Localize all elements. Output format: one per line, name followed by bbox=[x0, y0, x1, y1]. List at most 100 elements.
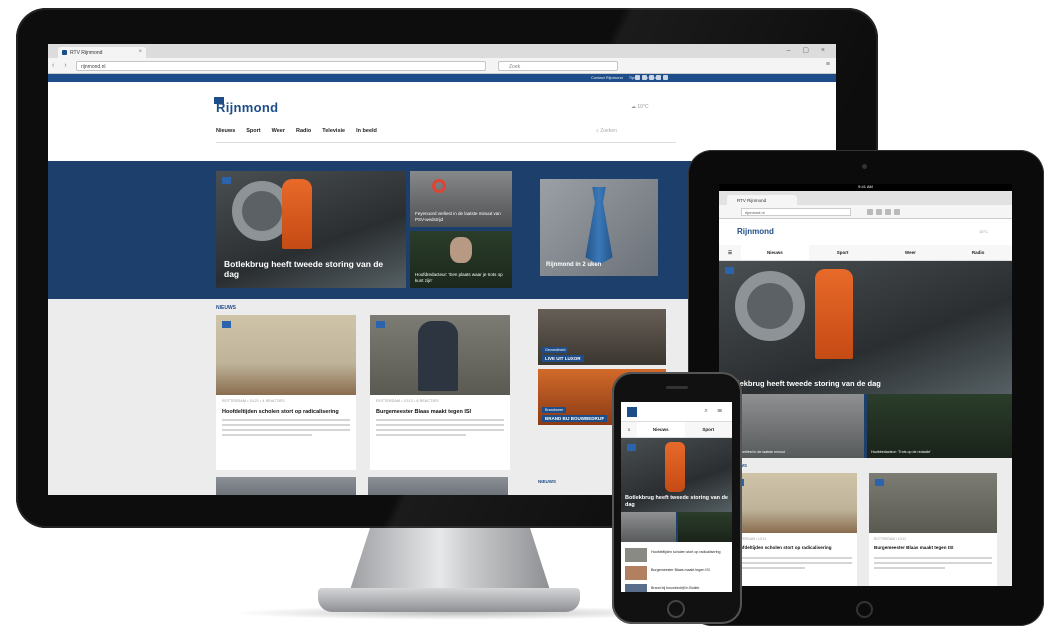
next-row-thumbnails bbox=[216, 477, 512, 495]
tablet-browser-tab[interactable]: RTV Rijnmond bbox=[727, 195, 797, 205]
facebook-icon[interactable] bbox=[635, 75, 640, 80]
camera-icon bbox=[376, 321, 385, 328]
phone-header-icons[interactable]: ⌕ ☰ bbox=[704, 408, 726, 415]
tablet-secondary-story[interactable]: Hoofdredacteur: 'Trots op de redactie' bbox=[867, 394, 1012, 458]
news-card-meta: ROTTERDAM • 10:12 • 6 REACTIES bbox=[376, 399, 439, 403]
tablet-news-card-image bbox=[869, 473, 997, 533]
settings-icon[interactable] bbox=[894, 209, 900, 215]
side-story[interactable]: Gezondheid LIVE UIT LUXOR bbox=[538, 309, 666, 365]
phone-hero-story[interactable]: Botlekbrug heeft tweede storing van de d… bbox=[621, 438, 732, 512]
phone-screen: ⌕ ☰ ≡ Nieuws Sport Botlekbrug heeft twee… bbox=[621, 402, 732, 592]
site-search-input[interactable]: ⌕ Zoeken bbox=[596, 128, 617, 134]
thumbnail[interactable] bbox=[368, 477, 508, 495]
bookmark-icon[interactable] bbox=[867, 209, 873, 215]
phone-list-item[interactable]: Brand bij bouwbedrijf in Botlek bbox=[625, 584, 728, 592]
tablet-news-card[interactable]: ROTTERDAM • 10:12 Burgemeester Blaas maa… bbox=[869, 473, 997, 586]
nav-item-televisie[interactable]: Televisie bbox=[322, 128, 345, 134]
phone-secondary-story[interactable] bbox=[621, 512, 676, 542]
news-card-image bbox=[216, 315, 356, 395]
tablet-hero-image-worker bbox=[815, 269, 853, 359]
tablet-news-card[interactable]: ROTTERDAM • 10:21 Hoofdeltijden scholen … bbox=[729, 473, 857, 586]
tablet-nav-nieuws[interactable]: Nieuws bbox=[741, 245, 809, 260]
tablet-address-bar[interactable]: rijnmond.nl bbox=[741, 208, 851, 216]
tablet-nav-sport[interactable]: Sport bbox=[809, 245, 877, 260]
nav-item-weer[interactable]: Weer bbox=[272, 128, 285, 134]
phone-nav-nieuws[interactable]: Nieuws bbox=[637, 422, 685, 437]
tablet-nav-weer[interactable]: Weer bbox=[877, 245, 945, 260]
close-tab-icon[interactable]: × bbox=[138, 49, 142, 55]
phone-secondary-stories bbox=[621, 512, 732, 542]
news-card[interactable]: ROTTERDAM • 10:12 • 6 REACTIES Burgemees… bbox=[370, 315, 510, 470]
phone-menu-icon[interactable]: ≡ bbox=[621, 422, 637, 437]
phone-home-button[interactable] bbox=[667, 600, 685, 618]
window-controls[interactable]: – ▢ × bbox=[787, 46, 830, 54]
instagram-icon[interactable] bbox=[656, 75, 661, 80]
phone-nav-sport[interactable]: Sport bbox=[685, 422, 733, 437]
news-card-title[interactable]: Burgemeester Blaas maakt tegen ISI bbox=[376, 409, 471, 415]
camera-icon bbox=[725, 267, 734, 274]
hero-main-story[interactable]: Botlekbrug heeft tweede storing van de d… bbox=[216, 171, 406, 288]
phone-list-thumbnail bbox=[625, 548, 647, 562]
nav-item-nieuws[interactable]: Nieuws bbox=[216, 128, 235, 134]
tablet-status-bar: 9:41 AM bbox=[719, 184, 1012, 191]
tablet-hero-story[interactable]: Botlekbrug heeft tweede storing van de d… bbox=[719, 261, 1012, 394]
weather-widget[interactable]: ☁ 10°C bbox=[631, 104, 649, 110]
hero-right-story[interactable]: Rijnmond in 2 uken bbox=[540, 179, 658, 276]
tablet-logo[interactable]: Rijnmond bbox=[737, 227, 774, 236]
address-bar[interactable]: rijnmond.nl bbox=[76, 61, 486, 71]
browser-tab[interactable]: RTV Rijnmond × bbox=[58, 47, 146, 58]
news-card-image bbox=[370, 315, 510, 395]
weather-temp: 10°C bbox=[637, 104, 649, 110]
news-card-excerpt bbox=[222, 419, 350, 439]
phone-list-item[interactable]: Burgemeester Blaas maakt tegen ISI bbox=[625, 566, 728, 580]
phone-nav: ≡ Nieuws Sport bbox=[621, 422, 732, 438]
tablet-news-card-title[interactable]: Burgemeester Blaas maakt tegen ISI bbox=[874, 545, 953, 550]
topbar-link[interactable]: Contact Rijnmond bbox=[591, 75, 623, 80]
camera-icon bbox=[222, 177, 231, 184]
browser-menu-icon[interactable]: ≡ bbox=[826, 61, 830, 68]
phone-news-list: Hoofdeltijden scholen stort op radicalis… bbox=[621, 544, 732, 592]
news-card-meta: ROTTERDAM • 10:21 • 4 REACTIES bbox=[222, 399, 285, 403]
browser-search-input[interactable]: Zoek bbox=[498, 61, 618, 71]
nav-item-in-beeld[interactable]: In beeld bbox=[356, 128, 377, 134]
hero-small-caption-bottom: Hoofdredacteur: 'Een plaats waar je trot… bbox=[415, 272, 503, 283]
hamburger-menu-icon[interactable]: ☰ bbox=[719, 245, 741, 260]
share-icon[interactable] bbox=[885, 209, 891, 215]
section-label-2: NIEUWS bbox=[538, 479, 556, 484]
phone-speaker bbox=[666, 386, 688, 389]
side-story-caption: BRAND BIJ BOUWBEDRIJF bbox=[542, 415, 608, 422]
tablet-news-content: NIEUWS ROTTERDAM • 10:21 Hoofdeltijden s… bbox=[719, 458, 1012, 586]
site-logo[interactable]: Rijnmond bbox=[214, 97, 278, 115]
phone-logo-icon[interactable] bbox=[627, 407, 637, 417]
monitor-stand-neck bbox=[350, 528, 550, 590]
news-card[interactable]: ROTTERDAM • 10:21 • 4 REACTIES Hoofdelti… bbox=[216, 315, 356, 470]
browser-tab-bar: RTV Rijnmond × – ▢ × bbox=[48, 44, 836, 58]
phone-header: ⌕ ☰ bbox=[621, 402, 732, 422]
nav-item-radio[interactable]: Radio bbox=[296, 128, 311, 134]
rss-icon[interactable] bbox=[663, 75, 668, 80]
browser-tab-title: RTV Rijnmond bbox=[70, 50, 103, 56]
nav-item-sport[interactable]: Sport bbox=[246, 128, 260, 134]
thumbnail[interactable] bbox=[216, 477, 356, 495]
tablet-nav-radio[interactable]: Radio bbox=[944, 245, 1012, 260]
tablet-home-button[interactable] bbox=[856, 601, 873, 618]
phone-secondary-story[interactable] bbox=[677, 512, 732, 542]
hero-small-story-top[interactable]: Feyenoord verliest in de laatste minuut … bbox=[410, 171, 512, 227]
tablet-news-card-title[interactable]: Hoofdeltijden scholen stort op radicalis… bbox=[734, 545, 832, 550]
news-card-excerpt bbox=[376, 419, 504, 439]
phone-list-thumbnail bbox=[625, 584, 647, 592]
phone-list-title: Brand bij bouwbedrijf in Botlek bbox=[651, 586, 700, 590]
home-icon[interactable] bbox=[876, 209, 882, 215]
hero-small-story-bottom[interactable]: Hoofdredacteur: 'Een plaats waar je trot… bbox=[410, 231, 512, 288]
youtube-icon[interactable] bbox=[649, 75, 654, 80]
social-icons bbox=[635, 75, 668, 80]
twitter-icon[interactable] bbox=[642, 75, 647, 80]
camera-icon bbox=[222, 321, 231, 328]
logo-tag-icon bbox=[214, 97, 224, 104]
nav-divider bbox=[216, 142, 676, 143]
phone-list-item[interactable]: Hoofdeltijden scholen stort op radicalis… bbox=[625, 548, 728, 562]
tablet-news-card-image bbox=[729, 473, 857, 533]
tablet-weather[interactable]: 10°C bbox=[979, 229, 988, 234]
news-card-title[interactable]: Hoofdeltijden scholen stort op radicalis… bbox=[222, 409, 339, 415]
tablet-browser-tabs: RTV Rijnmond bbox=[719, 191, 1012, 205]
